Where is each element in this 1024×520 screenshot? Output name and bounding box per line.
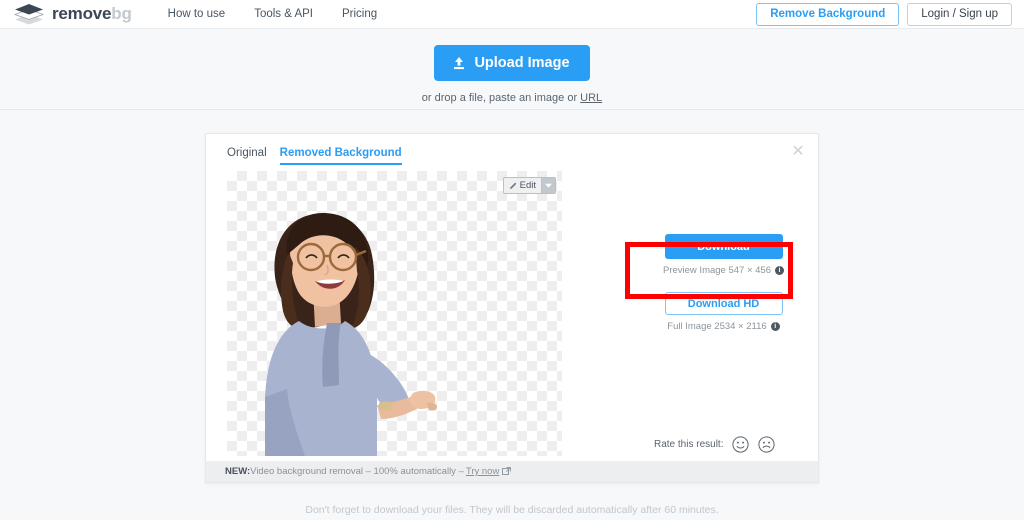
chevron-down-icon <box>545 183 552 188</box>
cutout-subject-image <box>265 212 437 456</box>
result-tabs: Original Removed Background <box>227 147 402 165</box>
external-link-icon[interactable] <box>502 467 512 476</box>
smiley-happy-icon[interactable] <box>732 436 750 453</box>
download-hd-button[interactable]: Download HD <box>664 292 783 315</box>
pencil-icon <box>509 182 517 189</box>
layers-diamond-icon <box>14 4 44 25</box>
edit-button[interactable]: Edit <box>502 177 556 194</box>
download-actions: Download Preview Image 547 × 456 i Downl… <box>646 234 801 332</box>
smiley-sad-icon[interactable] <box>758 436 776 453</box>
remove-background-button[interactable]: Remove Background <box>756 2 900 27</box>
logo-text-primary: remove <box>52 4 112 23</box>
tab-removed-background[interactable]: Removed Background <box>279 147 402 165</box>
edit-button-label: Edit <box>519 180 536 191</box>
promo-text: Video background removal – 100% automati… <box>250 466 464 477</box>
preview-image-dimensions: Preview Image 547 × 456 <box>663 265 771 276</box>
upload-url-link[interactable]: URL <box>580 92 602 104</box>
edit-button-content: Edit <box>504 178 541 193</box>
full-image-dimensions: Full Image 2534 × 2116 <box>667 321 767 332</box>
close-icon[interactable]: ✕ <box>790 144 806 161</box>
logo-text: removebg <box>52 4 132 24</box>
promo-badge: NEW: <box>225 466 251 477</box>
download-hd-meta: Full Image 2534 × 2116 i <box>646 321 801 332</box>
card-promo-footer: NEW: Video background removal – 100% aut… <box>206 461 818 482</box>
main-navigation: How to use Tools & API Pricing <box>168 8 378 20</box>
rate-result-label: Rate this result: <box>654 439 724 450</box>
download-meta: Preview Image 547 × 456 i <box>646 265 801 276</box>
upload-section: Upload Image or drop a file, paste an im… <box>0 29 1024 110</box>
upload-hint-text: or drop a file, paste an image or <box>421 92 581 104</box>
site-header: removebg How to use Tools & API Pricing … <box>0 0 1024 29</box>
login-signup-button[interactable]: Login / Sign up <box>907 2 1012 27</box>
nav-item-how-to-use[interactable]: How to use <box>168 8 226 20</box>
page-footer-notice: Don't forget to download your files. The… <box>305 504 719 516</box>
nav-item-tools-api[interactable]: Tools & API <box>254 8 313 20</box>
logo[interactable]: removebg <box>14 3 132 25</box>
download-button[interactable]: Download <box>664 234 783 259</box>
result-card: Original Removed Background ✕ Edit Downl… <box>205 133 819 483</box>
logo-text-secondary: bg <box>111 4 132 23</box>
upload-image-button[interactable]: Upload Image <box>434 45 590 81</box>
edit-dropdown-toggle[interactable] <box>541 178 555 193</box>
upload-icon <box>454 57 465 70</box>
header-actions: Remove Background Login / Sign up <box>756 0 1012 29</box>
promo-try-now-link[interactable]: Try now <box>466 466 499 477</box>
rate-result-row: Rate this result: <box>654 436 776 453</box>
upload-hint: or drop a file, paste an image or URL <box>422 92 602 104</box>
nav-item-pricing[interactable]: Pricing <box>342 8 377 20</box>
image-preview-area[interactable]: Edit <box>227 171 562 456</box>
upload-image-label: Upload Image <box>474 55 570 71</box>
tab-original[interactable]: Original <box>227 147 267 165</box>
info-icon[interactable]: i <box>770 322 780 331</box>
info-icon[interactable]: i <box>775 266 784 275</box>
